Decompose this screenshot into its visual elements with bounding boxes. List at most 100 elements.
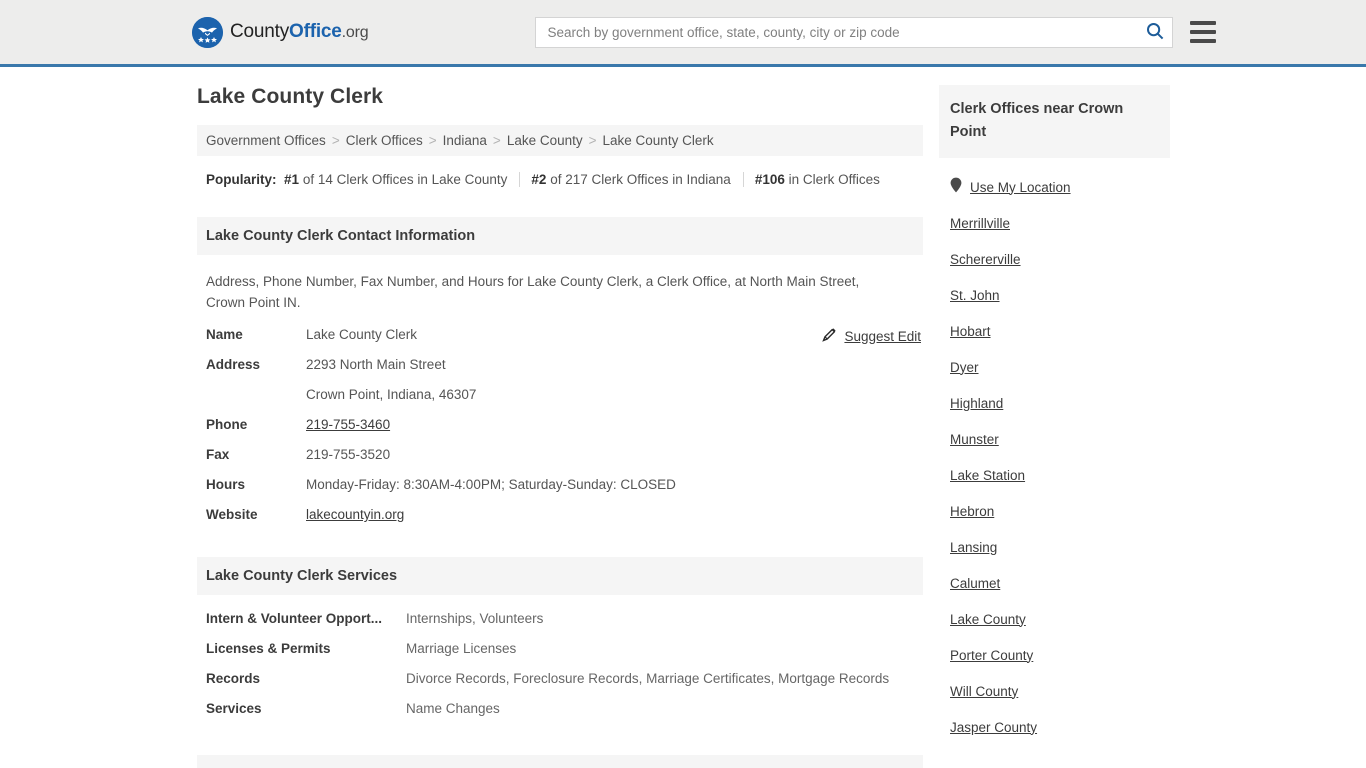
- popularity-text-2: in Clerk Offices: [784, 172, 880, 187]
- sidebar-item-lansing[interactable]: Lansing: [939, 529, 1170, 565]
- sidebar-link[interactable]: Jasper County: [950, 720, 1037, 735]
- sidebar-link[interactable]: Munster: [950, 432, 999, 447]
- services-row: Licenses & Permits Marriage Licenses: [197, 641, 923, 671]
- contact-row-hours: Hours Monday-Friday: 8:30AM-4:00PM; Satu…: [197, 477, 923, 507]
- services-row: Services Name Changes: [197, 701, 923, 731]
- sidebar-item-munster[interactable]: Munster: [939, 421, 1170, 457]
- popularity-entry-1: #2 of 217 Clerk Offices in Indiana: [531, 168, 730, 191]
- contact-value-address-line1: 2293 North Main Street: [306, 357, 446, 372]
- contact-label-hours: Hours: [206, 477, 246, 492]
- sidebar-title: Clerk Offices near Crown Point: [939, 85, 1170, 158]
- hamburger-menu-icon[interactable]: [1190, 21, 1217, 43]
- popularity-divider: [742, 172, 744, 187]
- contact-row-fax: Fax 219-755-3520: [197, 447, 923, 477]
- contact-value-address-line2: Crown Point, Indiana, 46307: [306, 387, 477, 402]
- site-logo-text: CountyOffice.org: [230, 21, 369, 43]
- breadcrumb-item-0[interactable]: Government Offices: [206, 133, 326, 148]
- logo-text-office: Office: [289, 21, 342, 42]
- search-button[interactable]: [1138, 18, 1172, 47]
- breadcrumb-separator: >: [331, 133, 340, 148]
- sidebar-item-lake-county[interactable]: Lake County: [939, 601, 1170, 637]
- breadcrumb: Government Offices > Clerk Offices > Ind…: [197, 125, 923, 156]
- suggest-edit-button[interactable]: Suggest Edit: [822, 327, 921, 345]
- contact-value-hours: Monday-Friday: 8:30AM-4:00PM; Saturday-S…: [306, 477, 676, 492]
- search-input[interactable]: [536, 17, 1139, 47]
- services-label-records: Records: [206, 671, 261, 686]
- breadcrumb-item-2[interactable]: Indiana: [443, 133, 487, 148]
- use-my-location-link[interactable]: Use My Location: [970, 180, 1071, 195]
- sidebar-link[interactable]: Calumet: [950, 576, 1000, 591]
- header-inner: CountyOffice.org: [0, 0, 1366, 64]
- services-label-licenses: Licenses & Permits: [206, 641, 331, 656]
- hamburger-bar-1: [1190, 21, 1217, 25]
- sidebar-link[interactable]: Porter County: [950, 648, 1033, 663]
- sidebar-link[interactable]: Highland: [950, 396, 1003, 411]
- sidebar-link[interactable]: Hebron: [950, 504, 994, 519]
- contact-value-phone-wrap: 219-755-3460: [306, 417, 390, 432]
- site-logo[interactable]: CountyOffice.org: [192, 16, 369, 48]
- sidebar-item-lake-station[interactable]: Lake Station: [939, 457, 1170, 493]
- services-table: Intern & Volunteer Opport... Internships…: [197, 611, 923, 731]
- sidebar-item-will-county[interactable]: Will County: [939, 673, 1170, 709]
- suggest-edit-label: Suggest Edit: [844, 328, 921, 344]
- popularity-entry-2: #106 in Clerk Offices: [755, 168, 880, 191]
- popularity-rank-0: #1: [284, 172, 300, 187]
- contact-row-name: Name Lake County Clerk: [197, 327, 923, 357]
- popularity-entry-0: #1 of 14 Clerk Offices in Lake County: [284, 168, 507, 191]
- breadcrumb-separator: >: [588, 133, 597, 148]
- search-icon: [1146, 22, 1164, 43]
- sidebar-link[interactable]: Schererville: [950, 252, 1021, 267]
- sidebar-item-merrillville[interactable]: Merrillville: [939, 205, 1170, 241]
- sidebar-item-hebron[interactable]: Hebron: [939, 493, 1170, 529]
- sidebar-item-use-my-location[interactable]: Use My Location: [939, 169, 1170, 205]
- breadcrumb-item-1[interactable]: Clerk Offices: [346, 133, 423, 148]
- search-box[interactable]: [535, 16, 1174, 48]
- sidebar-item-highland[interactable]: Highland: [939, 385, 1170, 421]
- contact-label-name: Name: [206, 327, 243, 342]
- services-label-services: Services: [206, 701, 262, 716]
- services-value-intern: Internships, Volunteers: [406, 611, 544, 626]
- sidebar-item-jasper-county[interactable]: Jasper County: [939, 709, 1170, 745]
- services-value-licenses: Marriage Licenses: [406, 641, 517, 656]
- contact-row-address-line2: Crown Point, Indiana, 46307: [197, 387, 923, 417]
- contact-detail-table: Suggest Edit Name Lake County Clerk Addr…: [197, 327, 923, 537]
- sidebar-link[interactable]: Lake County: [950, 612, 1026, 627]
- breadcrumb-item-current: Lake County Clerk: [602, 133, 714, 148]
- sidebar-link[interactable]: Dyer: [950, 360, 979, 375]
- page-title: Lake County Clerk: [197, 85, 384, 108]
- popularity-text-1: of 217 Clerk Offices in Indiana: [546, 172, 731, 187]
- contact-row-website: Website lakecountyin.org: [197, 507, 923, 537]
- sidebar-item-calumet[interactable]: Calumet: [939, 565, 1170, 601]
- breadcrumb-separator: >: [492, 133, 501, 148]
- sidebar-item-hobart[interactable]: Hobart: [939, 313, 1170, 349]
- services-value-records: Divorce Records, Foreclosure Records, Ma…: [406, 671, 890, 686]
- site-header: CountyOffice.org: [0, 0, 1366, 67]
- breadcrumb-separator: >: [428, 133, 437, 148]
- search-area: [535, 16, 1217, 48]
- sidebar-link[interactable]: St. John: [950, 288, 1000, 303]
- sidebar-link[interactable]: Merrillville: [950, 216, 1010, 231]
- contact-label-website: Website: [206, 507, 258, 522]
- sidebar-link[interactable]: Lake Station: [950, 468, 1025, 483]
- website-link[interactable]: lakecountyin.org: [306, 507, 404, 522]
- contact-row-address: Address 2293 North Main Street: [197, 357, 923, 387]
- contact-description: Address, Phone Number, Fax Number, and H…: [206, 274, 860, 310]
- sidebar-item-dyer[interactable]: Dyer: [939, 349, 1170, 385]
- sidebar-link[interactable]: Hobart: [950, 324, 991, 339]
- popularity-text-0: of 14 Clerk Offices in Lake County: [299, 172, 508, 187]
- page-body: Lake County Clerk Government Offices > C…: [0, 67, 1366, 768]
- popularity-label: Popularity:: [206, 172, 277, 187]
- eagle-shield-logo-icon: [192, 16, 223, 48]
- sidebar-item-st-john[interactable]: St. John: [939, 277, 1170, 313]
- services-row: Records Divorce Records, Foreclosure Rec…: [197, 671, 923, 701]
- sidebar-item-porter-county[interactable]: Porter County: [939, 637, 1170, 673]
- map-pin-icon: [950, 177, 962, 198]
- sidebar-link[interactable]: Will County: [950, 684, 1018, 699]
- popularity-rank-2: #106: [754, 172, 785, 187]
- sidebar-link[interactable]: Lansing: [950, 540, 997, 555]
- phone-link[interactable]: 219-755-3460: [306, 417, 390, 432]
- hamburger-bar-3: [1190, 39, 1217, 43]
- breadcrumb-item-3[interactable]: Lake County: [507, 133, 583, 148]
- services-section-header: Lake County Clerk Services: [197, 557, 923, 595]
- sidebar-item-schererville[interactable]: Schererville: [939, 241, 1170, 277]
